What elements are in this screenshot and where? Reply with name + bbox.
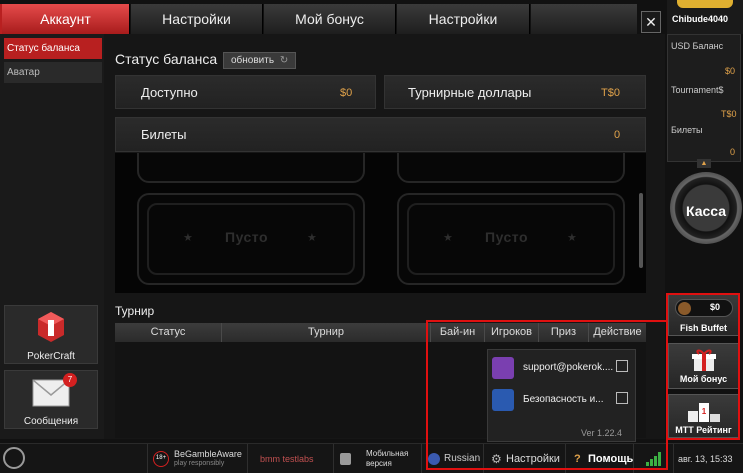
- col-tournament[interactable]: Турнир: [222, 323, 431, 342]
- cashier-button[interactable]: Касса: [670, 172, 742, 244]
- pokercraft-icon: [38, 312, 64, 342]
- begambleaware-sub: play responsibly: [174, 460, 225, 467]
- datetime-display: авг. 13, 15:33: [673, 444, 743, 473]
- tickets-label: Билеты: [141, 127, 187, 142]
- tournament-dollars-label: Турнирные доллары: [408, 85, 532, 100]
- ticket-empty-label: Пусто: [485, 229, 529, 245]
- begambleaware-label: BeGambleAware: [174, 449, 242, 459]
- ticket-slot-empty: ★ Пусто ★: [397, 193, 625, 285]
- page-title: Статус баланса: [115, 51, 218, 67]
- available-value: $0: [340, 87, 353, 99]
- messages-label: Сообщения: [23, 416, 79, 427]
- tournament-title: Турнир: [115, 304, 155, 318]
- nav-avatar[interactable]: Аватар: [4, 62, 102, 83]
- star-icon: ★: [567, 232, 577, 244]
- balance-summary: USD Баланс $0 Tournament$ T$0 Билеты 0: [667, 34, 741, 162]
- tickets-value: 0: [614, 129, 621, 141]
- available-label: Доступно: [141, 85, 198, 100]
- cashier-label: Касса: [685, 203, 727, 219]
- username[interactable]: Chibude4040: [672, 14, 728, 24]
- tournament-balance-label: Tournament$: [671, 85, 724, 95]
- ticket-empty-label: Пусто: [225, 229, 269, 245]
- avatar: [677, 0, 733, 8]
- mobile-version-link[interactable]: Мобильная версия: [333, 444, 421, 473]
- refresh-label: обновить: [231, 55, 275, 66]
- messages-button[interactable]: 7 Сообщения: [4, 370, 98, 429]
- user-header: Chibude4040: [667, 0, 743, 34]
- usd-balance-label: USD Баланс: [671, 41, 724, 51]
- col-status[interactable]: Статус: [115, 323, 222, 342]
- refresh-button[interactable]: обновить ↻: [223, 52, 296, 69]
- poker-client-window: Аккаунт Настройки Мой бонус Настройки ✕ …: [0, 0, 743, 473]
- mobile-icon: [340, 453, 351, 465]
- tournament-dollars-panel: Турнирные доллары T$0: [384, 75, 646, 109]
- ticket-slot-empty: ★ Пусто ★: [137, 193, 365, 285]
- ggpoker-logo-icon[interactable]: [3, 447, 25, 469]
- ticket-slot: [397, 153, 625, 183]
- close-icon: ✕: [645, 14, 657, 30]
- tab-bar-filler: [531, 4, 637, 34]
- tab-settings[interactable]: Настройки: [131, 4, 263, 34]
- tickets-scrollbar[interactable]: [639, 193, 643, 268]
- messages-count-badge: 7: [63, 373, 77, 387]
- pokercraft-button[interactable]: PokerCraft: [4, 305, 98, 364]
- tournament-dollars-value: T$0: [601, 87, 620, 99]
- available-panel: Доступно $0: [115, 75, 376, 109]
- collapse-chevron-icon[interactable]: ▲: [697, 159, 711, 168]
- tab-settings-2[interactable]: Настройки: [397, 4, 530, 34]
- tickets-panel: Билеты 0: [115, 117, 646, 152]
- tickets-balance-label: Билеты: [671, 125, 703, 135]
- star-icon: ★: [443, 232, 453, 244]
- tab-my-bonus[interactable]: Мой бонус: [264, 4, 396, 34]
- highlight-box-help: [426, 320, 668, 470]
- star-icon: ★: [307, 232, 317, 244]
- mobile-label-2: версия: [366, 459, 392, 468]
- begambleaware-link[interactable]: 18+ BeGambleAware play responsibly: [147, 444, 247, 473]
- tournament-balance-value: T$0: [721, 109, 737, 119]
- refresh-icon: ↻: [279, 55, 289, 66]
- star-icon: ★: [183, 232, 193, 244]
- tab-account[interactable]: Аккаунт: [2, 4, 130, 34]
- highlight-box-right: [666, 293, 740, 440]
- usd-balance-value: $0: [725, 66, 736, 76]
- pokercraft-label: PokerCraft: [27, 351, 75, 362]
- testlabs-badge: bmm testlabs: [247, 444, 333, 473]
- tickets-balance-value: 0: [730, 147, 736, 157]
- tickets-grid: ★ Пусто ★ ★ Пусто ★: [115, 153, 646, 293]
- mobile-label-1: Мобильная: [366, 449, 409, 458]
- age-18-icon: 18+: [153, 451, 169, 467]
- close-button[interactable]: ✕: [641, 11, 661, 33]
- nav-balance-status[interactable]: Статус баланса: [4, 38, 102, 59]
- ticket-slot: [137, 153, 365, 183]
